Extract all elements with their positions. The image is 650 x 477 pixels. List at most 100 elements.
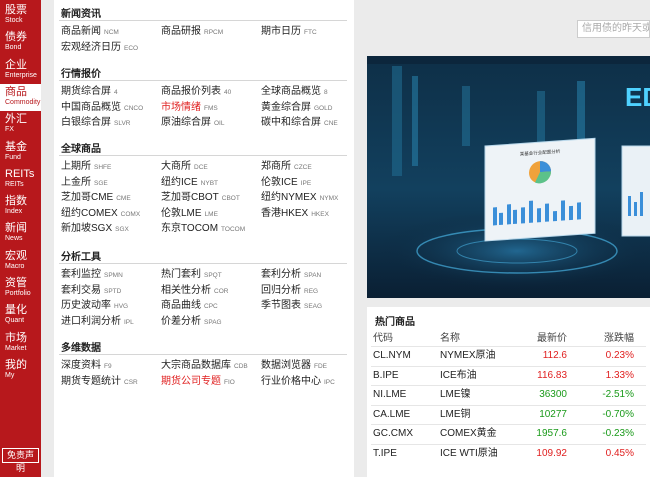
sidebar-item-quant[interactable]: 量化 Quant	[0, 302, 41, 329]
sidebar-item-portfolio[interactable]: 资管 Portfolio	[0, 275, 41, 302]
menu-link-label: 期货公司专题	[161, 375, 221, 387]
sidebar-item-stock[interactable]: 股票 Stock	[0, 2, 41, 29]
menu-link[interactable]: 伦敦ICE IPE	[261, 176, 311, 190]
menu-link[interactable]: 商品研报 RPCM	[161, 25, 223, 39]
menu-link[interactable]: 纽约NYMEX NYMX	[261, 191, 338, 205]
table-cell-code[interactable]: B.IPE	[373, 369, 433, 382]
menu-link[interactable]: 商品曲线 CPC	[161, 299, 218, 313]
table-header[interactable]: 最新价	[517, 332, 567, 345]
menu-link[interactable]: 伦敦LME LME	[161, 207, 218, 221]
menu-link[interactable]: 季节图表 SEAG	[261, 299, 322, 313]
sidebar-item-label: 量化	[5, 304, 27, 317]
menu-link-code: SGX	[115, 226, 129, 234]
menu-link[interactable]: 行业价格中心 IPC	[261, 375, 335, 389]
menu-link[interactable]: 市场情绪 FMS	[161, 101, 218, 115]
menu-link[interactable]: 期货公司专题 FIO	[161, 375, 235, 389]
menu-link[interactable]: 深度资料 F9	[61, 359, 112, 373]
menu-link[interactable]: 商品报价列表 40	[161, 85, 231, 99]
table-cell-price[interactable]: 1957.6	[517, 427, 567, 440]
menu-link[interactable]: 黄金综合屏 GOLD	[261, 101, 332, 115]
menu-link[interactable]: 回归分析 REG	[261, 284, 318, 298]
menu-link[interactable]: 期市日历 FTC	[261, 25, 317, 39]
menu-link[interactable]: 套利分析 SPAN	[261, 268, 321, 282]
disclaimer-button[interactable]: 免责声明	[2, 448, 39, 473]
sidebar-item-news[interactable]: 新闻 News	[0, 220, 41, 247]
table-cell-price[interactable]: 36300	[517, 388, 567, 401]
app-window: 股票 Stock 债券 Bond 企业 Enterprise 商品 Commodity 外汇 FX…	[0, 0, 650, 477]
menu-link-label: 伦敦ICE	[261, 176, 298, 188]
sidebar-item-reits[interactable]: REITs REITs	[0, 166, 41, 193]
menu-link[interactable]: 上期所 SHFE	[61, 160, 111, 174]
table-cell-code[interactable]: T.IPE	[373, 447, 433, 460]
sidebar-item-sublabel: Bond	[5, 44, 22, 52]
sidebar-item-my[interactable]: 我的 My	[0, 357, 41, 384]
menu-link-label: 中国商品概览	[61, 101, 121, 113]
sidebar-item-macro[interactable]: 宏观 Macro	[0, 248, 41, 275]
menu-link[interactable]: 相关性分析 COR	[161, 284, 228, 298]
table-header[interactable]: 代码	[373, 332, 433, 345]
menu-link[interactable]: 白银综合屏 SLVR	[61, 116, 131, 130]
menu-link[interactable]: 香港HKEX HKEX	[261, 207, 329, 221]
sidebar-item-fund[interactable]: 基金 Fund	[0, 139, 41, 166]
table-cell-chg[interactable]: -0.70%	[582, 408, 634, 421]
menu-link[interactable]: 碳中和综合屏 CNE	[261, 116, 338, 130]
menu-link[interactable]: 数据浏览器 FDE	[261, 359, 327, 373]
table-cell-code[interactable]: GC.CMX	[373, 427, 433, 440]
table-cell-price[interactable]: 109.92	[517, 447, 567, 460]
menu-link[interactable]: 期货综合屏 4	[61, 85, 118, 99]
table-cell-chg[interactable]: 1.33%	[582, 369, 634, 382]
table-header[interactable]: 涨跌幅	[582, 332, 634, 345]
menu-link[interactable]: 宏观经济日历 ECO	[61, 41, 138, 55]
menu-link-code: FDE	[314, 363, 327, 370]
table-cell-code[interactable]: NI.LME	[373, 388, 433, 401]
table-cell-chg[interactable]: 0.23%	[582, 349, 634, 362]
table-cell-price[interactable]: 116.83	[517, 369, 567, 382]
sidebar-item-index[interactable]: 指数 Index	[0, 193, 41, 220]
menu-link[interactable]: 价差分析 SPAG	[161, 315, 222, 329]
menu-link[interactable]: 套利监控 SPMN	[61, 268, 123, 282]
sidebar-item-sublabel: REITs	[5, 180, 24, 188]
menu-link-code: FIO	[224, 378, 235, 386]
menu-link-code: SGE	[94, 179, 108, 187]
table-cell-chg[interactable]: -0.23%	[582, 427, 634, 440]
menu-link[interactable]: 中国商品概览 CNCO	[61, 101, 143, 115]
menu-link[interactable]: 芝加哥CME CME	[61, 191, 131, 205]
menu-link[interactable]: 进口利润分析 IPL	[61, 315, 134, 329]
menu-link[interactable]: 套利交易 SPTD	[61, 284, 121, 298]
table-cell-code[interactable]: CA.LME	[373, 408, 433, 421]
sidebar-item-bond[interactable]: 债券 Bond	[0, 29, 41, 56]
table-cell-chg[interactable]: 0.45%	[582, 447, 634, 460]
table-cell-chg[interactable]: -2.51%	[582, 388, 634, 401]
menu-link[interactable]: 新加坡SGX SGX	[61, 222, 129, 236]
menu-link[interactable]: 上金所 SGE	[61, 176, 108, 190]
menu-link[interactable]: 期货专题统计 CSR	[61, 375, 138, 389]
menu-link[interactable]: 商品新闻 NCM	[61, 25, 119, 39]
table-cell-price[interactable]: 10277	[517, 408, 567, 421]
sidebar-item-sublabel: Portfolio	[5, 290, 31, 297]
sidebar-item-market[interactable]: 市场 Market	[0, 330, 41, 357]
promo-banner[interactable]: 某基金行业配置分析 ED	[367, 56, 650, 298]
sidebar-item-label: 宏观	[5, 249, 27, 262]
menu-link[interactable]: 全球商品概览 8	[261, 85, 328, 99]
menu-link[interactable]: 大宗商品数据库 CDB	[161, 359, 248, 373]
menu-link[interactable]: 纽约COMEX COMX	[61, 207, 140, 221]
sidebar: 股票 Stock 债券 Bond 企业 Enterprise 商品 Commodity 外汇 FX…	[0, 0, 41, 477]
menu-link-label: 黄金综合屏	[261, 101, 311, 113]
menu-link[interactable]: 大商所 DCE	[161, 160, 208, 174]
sidebar-item-label: REITs	[5, 167, 35, 180]
menu-link[interactable]: 热门套利 SPQT	[161, 268, 222, 282]
menu-link[interactable]: 原油综合屏 OIL	[161, 116, 224, 130]
menu-link-label: 商品研报	[161, 26, 201, 37]
search-input[interactable]: 信用债的昨天或	[577, 20, 650, 38]
table-cell-code[interactable]: CL.NYM	[373, 349, 433, 362]
menu-link[interactable]: 历史波动率 HVG	[61, 299, 128, 313]
menu-link[interactable]: 纽约ICE NYBT	[161, 176, 218, 190]
sidebar-item-fx[interactable]: 外汇 FX	[0, 111, 41, 138]
sidebar-item-commodity[interactable]: 商品 Commodity	[0, 83, 41, 111]
sidebar-item-enterprise[interactable]: 企业 Enterprise	[0, 57, 41, 84]
menu-link[interactable]: 郑商所 CZCE	[261, 160, 312, 174]
table-cell-price[interactable]: 112.6	[517, 349, 567, 362]
menu-link[interactable]: 东京TOCOM TOCOM	[161, 222, 245, 236]
sidebar-item-label: 企业	[5, 58, 27, 71]
menu-link[interactable]: 芝加哥CBOT CBOT	[161, 191, 240, 205]
